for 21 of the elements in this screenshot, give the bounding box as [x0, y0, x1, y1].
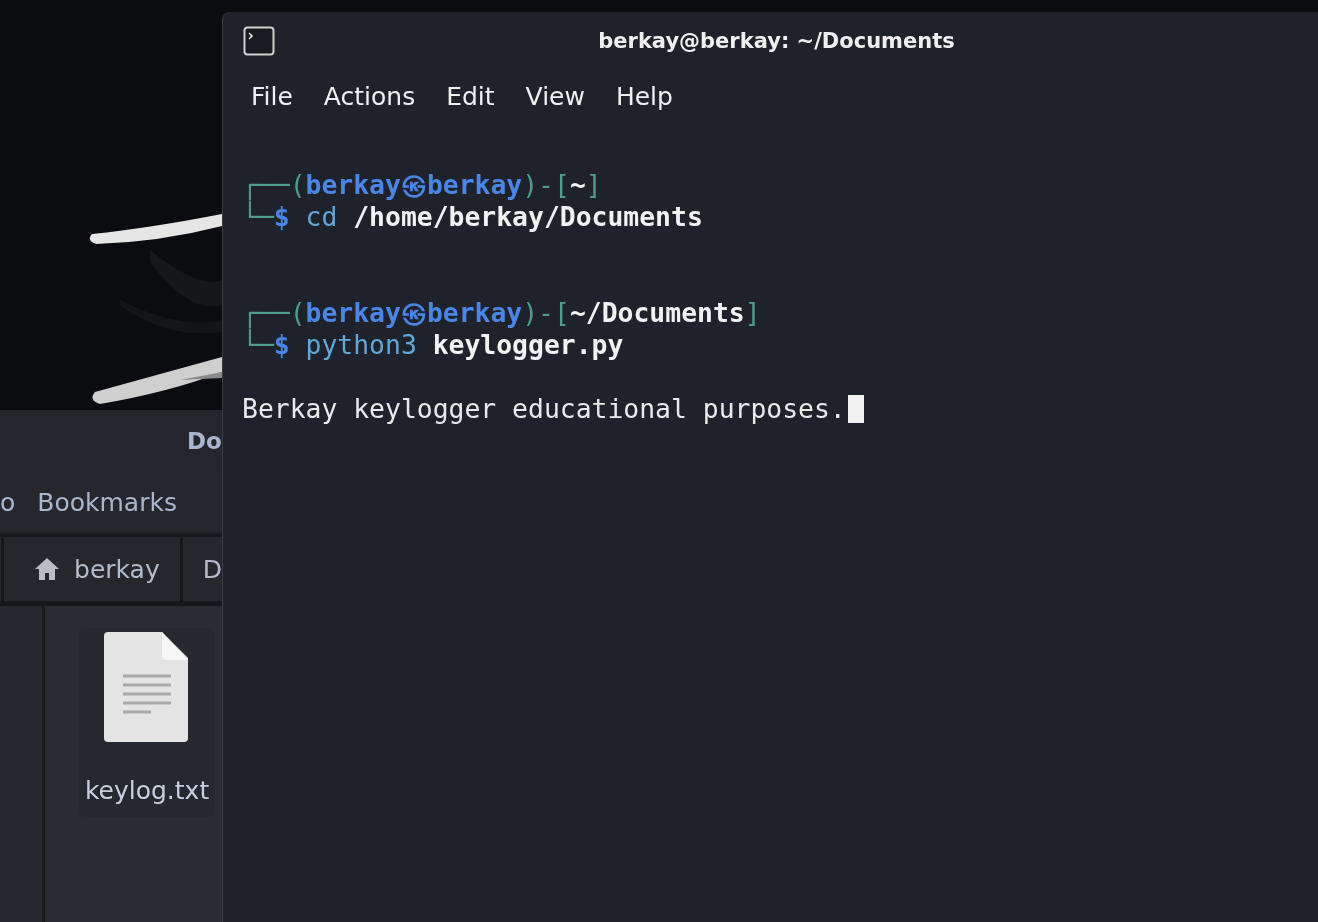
menu-item[interactable]: o — [0, 487, 16, 517]
prompt-line: ┌──(berkay㉿berkay)-[~/Documents] — [242, 297, 761, 329]
output-line: Berkay keylogger educational purposes. — [242, 393, 846, 425]
prompt-line: ┌──(berkay㉿berkay)-[~] — [242, 169, 602, 201]
path-button[interactable]: D — [182, 537, 222, 601]
menu-item[interactable]: Actions — [323, 81, 416, 111]
command-line: └─$ cd /home/berkay/Documents — [242, 201, 703, 233]
command-line: └─$ python3 keylogger.py — [242, 329, 624, 361]
document-icon — [104, 632, 191, 742]
home-icon — [34, 557, 61, 581]
window-title: Do — [187, 428, 222, 454]
window-title: berkay@berkay: ~/Documents — [598, 29, 955, 53]
menu-item[interactable]: Edit — [446, 81, 495, 111]
menu-item[interactable]: Bookmarks — [37, 487, 177, 517]
path-button[interactable]: berkay — [4, 537, 183, 601]
menu-item[interactable]: Help — [615, 81, 673, 111]
terminal-icon — [243, 26, 275, 56]
menu-item[interactable]: View — [525, 81, 585, 111]
text-cursor — [847, 395, 864, 423]
document-tile[interactable]: keylog.txt — [79, 628, 216, 817]
menu-item[interactable]: File — [251, 81, 293, 111]
